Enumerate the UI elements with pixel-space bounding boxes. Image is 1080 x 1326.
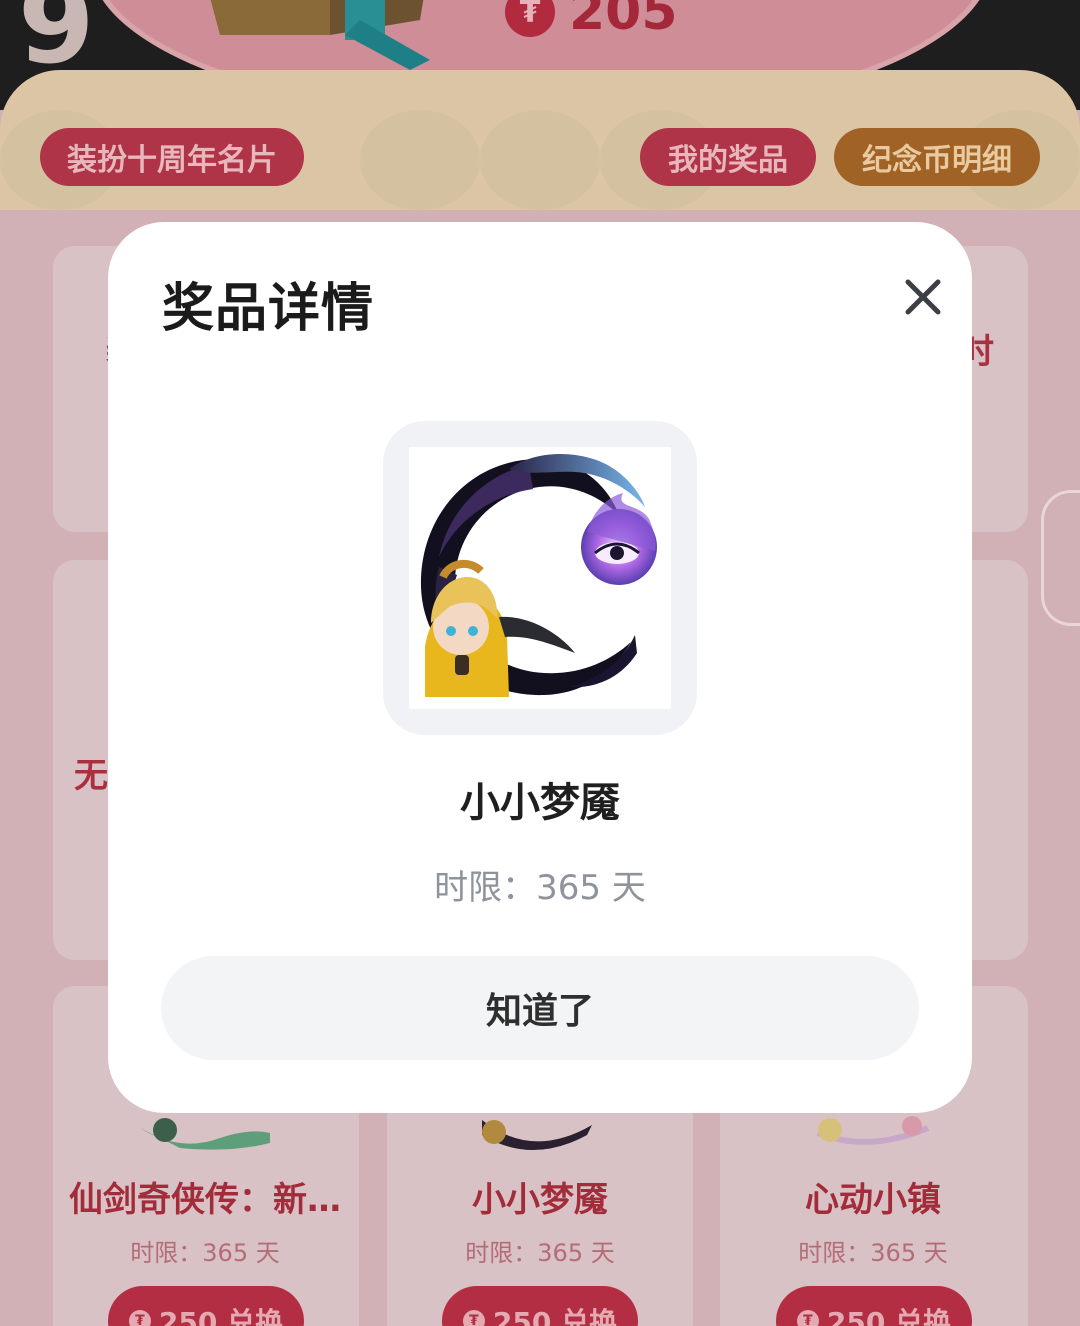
dialog-title: 奖品详情 [162, 279, 375, 339]
coin-icon: ₮ [505, 0, 555, 37]
coin-icon: ₮ [462, 1310, 485, 1326]
exchange-button[interactable]: ₮ 250 兑换 [108, 1286, 304, 1326]
decor-scallop [480, 110, 600, 210]
coin-count: 205 [569, 0, 678, 42]
prize-image-frame [383, 421, 697, 735]
exchange-label: 250 兑换 [826, 1306, 952, 1326]
close-button[interactable] [894, 268, 952, 326]
card-limit: 时限：365 天 [798, 1239, 948, 1267]
prize-thumbnail [816, 1116, 930, 1145]
exchange-button[interactable]: ₮ 250 兑换 [442, 1286, 638, 1326]
my-prizes-button[interactable]: 我的奖品 [640, 128, 816, 186]
prize-detail-dialog: 奖品详情 小小梦魇 时限：365 天 知道了 [108, 222, 972, 1113]
close-icon [905, 279, 941, 315]
prize-limit: 时限：365 天 [434, 868, 646, 908]
coin-icon: ₮ [796, 1310, 819, 1326]
prize-name: 小小梦魇 [460, 780, 620, 826]
dress-card-button[interactable]: 装扮十周年名片 [40, 128, 304, 186]
decor-scallop [360, 110, 480, 210]
prize-thumbnail [140, 1118, 270, 1150]
coin-icon: ₮ [128, 1310, 151, 1326]
card-title: 小小梦魇 [472, 1180, 608, 1220]
prize-thumbnail [482, 1120, 592, 1150]
coin-balance: ₮ 205 [505, 0, 678, 42]
card-limit: 时限：365 天 [130, 1239, 280, 1267]
exchange-label: 250 兑换 [158, 1306, 284, 1326]
gift-box-icon [210, 0, 430, 70]
card-limit: 时限：365 天 [465, 1239, 615, 1267]
exchange-label: 250 兑换 [492, 1306, 618, 1326]
card-title: 心动小镇 [805, 1180, 941, 1220]
got-it-button[interactable]: 知道了 [161, 956, 919, 1060]
partial-text: 无 [74, 756, 108, 796]
card-title: 仙剑奇侠传：新… [69, 1180, 341, 1220]
exchange-button[interactable]: ₮ 250 兑换 [776, 1286, 972, 1326]
side-handle[interactable] [1041, 490, 1080, 626]
avatar-frame-image [409, 447, 671, 709]
coin-detail-button[interactable]: 纪念币明细 [834, 128, 1040, 186]
